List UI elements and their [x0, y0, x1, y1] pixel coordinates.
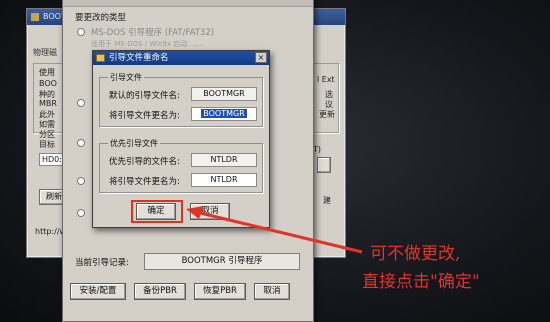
- option-msdos-desc: 适用于 MS-DOS / Win9x 启动 ……: [91, 40, 204, 48]
- folder-icon: [96, 54, 105, 62]
- rename-dialog-title-bar: 引导文件重命名 ×: [93, 51, 269, 65]
- rename-cancel-button[interactable]: 取消: [190, 203, 230, 220]
- cancel-button[interactable]: 取消: [254, 283, 290, 300]
- boot-file-group-label: 引导文件: [108, 72, 144, 83]
- current-record-field: BOOTMGR 引导程序: [144, 253, 300, 270]
- rename-boot-input-value[interactable]: BOOTMGR: [201, 109, 247, 118]
- back-text: 使用: [39, 68, 55, 77]
- ok-highlight-box: [131, 200, 183, 223]
- priority-boot-name-label: 优先引导的文件名:: [109, 157, 180, 167]
- back-text: BOO: [39, 79, 57, 88]
- restore-pbr-button[interactable]: 恢复PBR: [194, 283, 246, 300]
- annotation-line-2: 直接点击"确定": [362, 272, 480, 292]
- priority-boot-name-field: NTLDR: [191, 153, 257, 167]
- rename-priority-label: 将引导文件更名为:: [109, 177, 180, 187]
- default-boot-name-label: 默认的引导文件名:: [109, 91, 180, 101]
- rename-dialog-title: 引导文件重命名: [109, 53, 169, 63]
- back-text-right: l Ext: [317, 75, 335, 84]
- option-radio[interactable]: [77, 28, 85, 36]
- target-label: 目标: [39, 140, 55, 149]
- priority-boot-group-label: 优先引导文件: [108, 138, 160, 149]
- bootice-app-icon: [31, 13, 39, 21]
- backup-pbr-button[interactable]: 备份PBR: [134, 283, 186, 300]
- option-radio[interactable]: [77, 99, 85, 107]
- section-title: 要更改的类型: [75, 13, 127, 23]
- back-text-right: 更新: [319, 110, 335, 119]
- option-radio[interactable]: [77, 177, 85, 185]
- current-record-label: 当前引导记录:: [75, 258, 129, 268]
- option-radio[interactable]: [77, 209, 85, 217]
- back-text: MBR: [39, 99, 57, 108]
- rename-priority-input[interactable]: NTLDR: [191, 173, 257, 187]
- close-icon[interactable]: ×: [255, 52, 267, 63]
- dialog-top-edge: [63, 0, 313, 7]
- back-text-right: T): [313, 145, 322, 154]
- tab-physical-disk[interactable]: 物理磁: [33, 47, 57, 58]
- option-radio[interactable]: [77, 139, 85, 147]
- dropdown-arrow-button[interactable]: [317, 157, 331, 173]
- back-text-right: 建: [323, 196, 331, 205]
- rename-boot-input[interactable]: BOOTMGR: [191, 107, 257, 121]
- rename-boot-label: 将引导文件更名为:: [109, 111, 180, 121]
- annotation-line-1: 可不做更改,: [370, 244, 461, 264]
- install-config-button[interactable]: 安装/配置: [70, 283, 126, 300]
- default-boot-name-field: BOOTMGR: [191, 87, 257, 101]
- option-msdos-label[interactable]: MS-DOS 引导程序 (FAT/FAT32): [91, 26, 214, 38]
